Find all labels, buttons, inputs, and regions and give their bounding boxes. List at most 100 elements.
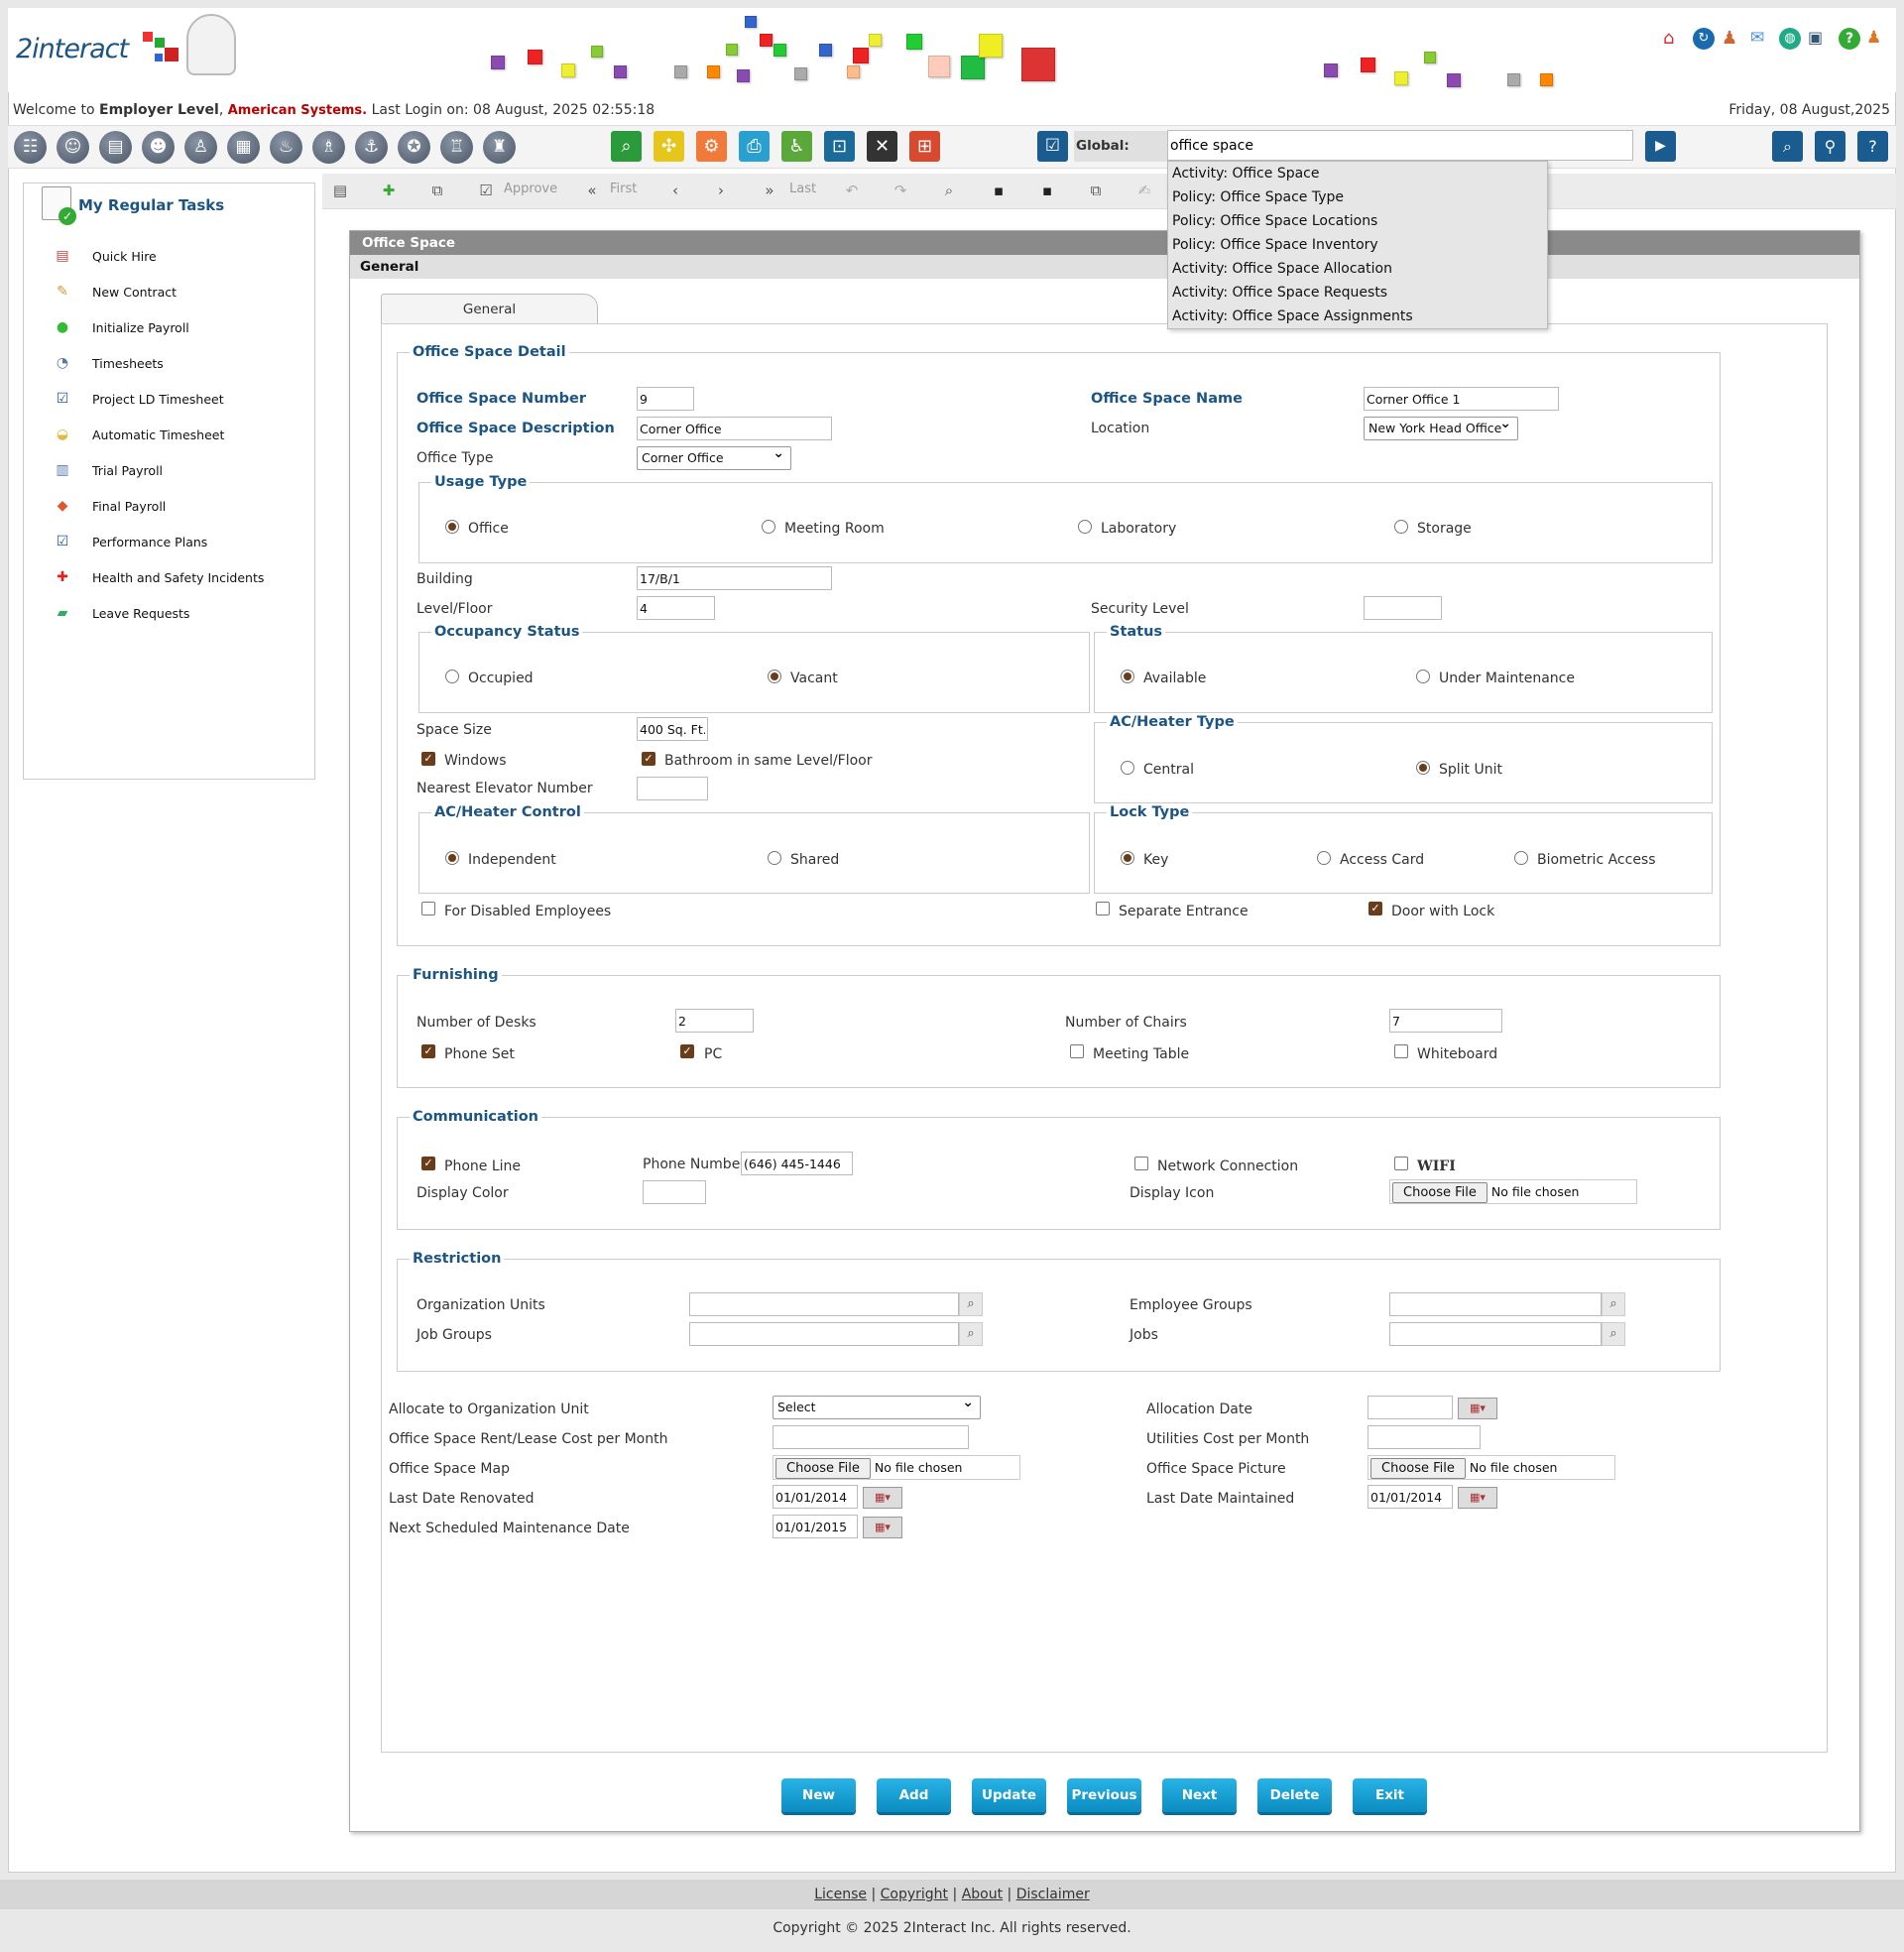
anchor-icon[interactable]: ⚓ (355, 131, 388, 164)
bathroom-checkbox[interactable] (642, 752, 655, 766)
space-size-input[interactable] (637, 717, 708, 741)
phone-line-checkbox[interactable] (421, 1157, 435, 1170)
license-link[interactable]: License (814, 1887, 867, 1902)
rent-cost-input[interactable] (773, 1425, 969, 1449)
group-icon[interactable]: ☺ (57, 131, 89, 164)
choose-file-button[interactable]: Choose File (1392, 1182, 1488, 1203)
key-radio[interactable] (1121, 851, 1134, 865)
copyright-link[interactable]: Copyright (881, 1887, 948, 1902)
new-button[interactable]: New (781, 1778, 856, 1812)
office-space-description-input[interactable] (637, 417, 832, 440)
phone-set-checkbox[interactable] (421, 1044, 435, 1058)
jobs-lookup-icon[interactable]: ⌕ (1602, 1322, 1625, 1346)
wifi-checkbox[interactable] (1394, 1157, 1408, 1170)
team-icon[interactable]: ☻ (142, 131, 175, 164)
suggestion-item[interactable]: Policy: Office Space Type (1168, 185, 1547, 209)
task-project-ld-timesheet[interactable]: Project LD Timesheet (92, 392, 224, 407)
approve-icon[interactable]: ☑ (475, 180, 497, 201)
job-groups-lookup-icon[interactable]: ⌕ (959, 1322, 983, 1346)
task-performance-plans[interactable]: Performance Plans (92, 535, 207, 549)
phone-number-input[interactable] (741, 1152, 853, 1175)
number-of-desks-input[interactable] (675, 1009, 754, 1033)
nearest-elevator-input[interactable] (637, 777, 708, 800)
display-icon-file[interactable]: Choose File No file chosen (1389, 1179, 1637, 1204)
number-of-chairs-input[interactable] (1389, 1009, 1502, 1033)
meeting-table-checkbox[interactable] (1070, 1044, 1084, 1058)
first-icon[interactable]: « (581, 180, 603, 201)
choose-file-button[interactable]: Choose File (1370, 1458, 1466, 1479)
office-space-number-input[interactable] (637, 387, 694, 411)
access-card-radio[interactable] (1317, 851, 1331, 865)
help-icon[interactable]: ? (1839, 28, 1860, 50)
usage-office-radio[interactable] (445, 520, 459, 534)
copy-icon[interactable]: ⧉ (426, 180, 448, 201)
settings-icon[interactable]: ⚙ (696, 131, 727, 162)
usage-meeting-room-radio[interactable] (762, 520, 775, 534)
globe-icon[interactable]: ◍ (1779, 28, 1801, 50)
refresh-icon[interactable]: ↻ (1693, 28, 1715, 50)
suggestion-item[interactable]: Activity: Office Space Requests (1168, 281, 1547, 305)
filter-icon[interactable]: ⚲ (1815, 131, 1845, 162)
global-search-input[interactable] (1167, 130, 1633, 161)
under-maintenance-radio[interactable] (1416, 670, 1430, 683)
suggestion-item[interactable]: Policy: Office Space Locations (1168, 209, 1547, 233)
building-input[interactable] (637, 566, 832, 590)
task-automatic-timesheet[interactable]: Automatic Timesheet (92, 427, 224, 442)
document-icon[interactable]: ▦ (227, 131, 260, 164)
last-renovated-calendar-icon[interactable]: ▦▾ (863, 1487, 902, 1509)
utilities-cost-input[interactable] (1368, 1425, 1481, 1449)
organization-units-input[interactable] (689, 1292, 959, 1316)
approve-button[interactable]: Approve (504, 182, 557, 196)
next-maintenance-input[interactable] (773, 1515, 858, 1538)
save-icon[interactable]: ▪ (988, 180, 1010, 201)
presentation-icon[interactable]: ⊡ (824, 131, 855, 162)
disclaimer-link[interactable]: Disclaimer (1016, 1887, 1090, 1902)
suggestion-item[interactable]: Activity: Office Space (1168, 162, 1547, 185)
last-maintained-calendar-icon[interactable]: ▦▾ (1458, 1487, 1497, 1509)
usage-storage-radio[interactable] (1394, 520, 1408, 534)
office-type-select[interactable]: Corner Office (637, 446, 791, 470)
list-icon[interactable]: ▤ (329, 180, 351, 201)
benefits-icon[interactable]: ♨ (270, 131, 302, 164)
previous-button[interactable]: Previous (1067, 1778, 1141, 1812)
undo-icon[interactable]: ↶ (841, 180, 863, 201)
last-maintained-input[interactable] (1368, 1485, 1453, 1509)
add-button[interactable]: Add (877, 1778, 951, 1812)
user-icon[interactable]: ♟ (1722, 28, 1743, 50)
exit-button[interactable]: Exit (1353, 1778, 1427, 1812)
next-button[interactable]: Next (1162, 1778, 1237, 1812)
occupied-radio[interactable] (445, 670, 459, 683)
available-radio[interactable] (1121, 670, 1134, 683)
office-space-map-file[interactable]: Choose File No file chosen (773, 1455, 1020, 1480)
central-radio[interactable] (1121, 761, 1134, 775)
employee-groups-input[interactable] (1389, 1292, 1602, 1316)
logo[interactable]: 2interact (16, 28, 184, 67)
task-leave-requests[interactable]: Leave Requests (92, 606, 189, 621)
exit-person-icon[interactable]: ♜ (483, 131, 516, 164)
worker-icon[interactable]: ♖ (440, 131, 473, 164)
first-button[interactable]: First (610, 182, 637, 196)
employee-groups-lookup-icon[interactable]: ⌕ (1602, 1292, 1625, 1316)
biometric-access-radio[interactable] (1514, 851, 1528, 865)
office-space-name-input[interactable] (1364, 387, 1559, 411)
suggestion-item[interactable]: Activity: Office Space Allocation (1168, 257, 1547, 281)
security-level-input[interactable] (1364, 596, 1442, 620)
next-maintenance-calendar-icon[interactable]: ▦▾ (863, 1517, 902, 1538)
save-close-icon[interactable]: ▪ (1036, 180, 1058, 201)
previous-icon[interactable]: ‹ (664, 180, 686, 201)
global-checkbox-icon[interactable]: ☑ (1037, 131, 1068, 162)
search-icon[interactable]: ⌕ (1772, 131, 1803, 162)
hierarchy-icon[interactable]: ✣ (654, 131, 684, 162)
last-renovated-input[interactable] (773, 1485, 858, 1509)
logout-icon[interactable]: ♟ (1866, 28, 1888, 50)
about-link[interactable]: About (962, 1887, 1003, 1902)
help-button-icon[interactable]: ? (1857, 131, 1888, 162)
location-select[interactable]: New York Head Office (1364, 417, 1518, 440)
disabled-employees-checkbox[interactable] (421, 902, 435, 915)
shared-radio[interactable] (768, 851, 781, 865)
allocation-date-input[interactable] (1368, 1396, 1453, 1419)
sign-icon[interactable]: ✍ (1133, 180, 1155, 201)
redo-icon[interactable]: ↷ (890, 180, 911, 201)
new-record-icon[interactable]: ✚ (378, 180, 400, 201)
next-icon[interactable]: › (710, 180, 732, 201)
